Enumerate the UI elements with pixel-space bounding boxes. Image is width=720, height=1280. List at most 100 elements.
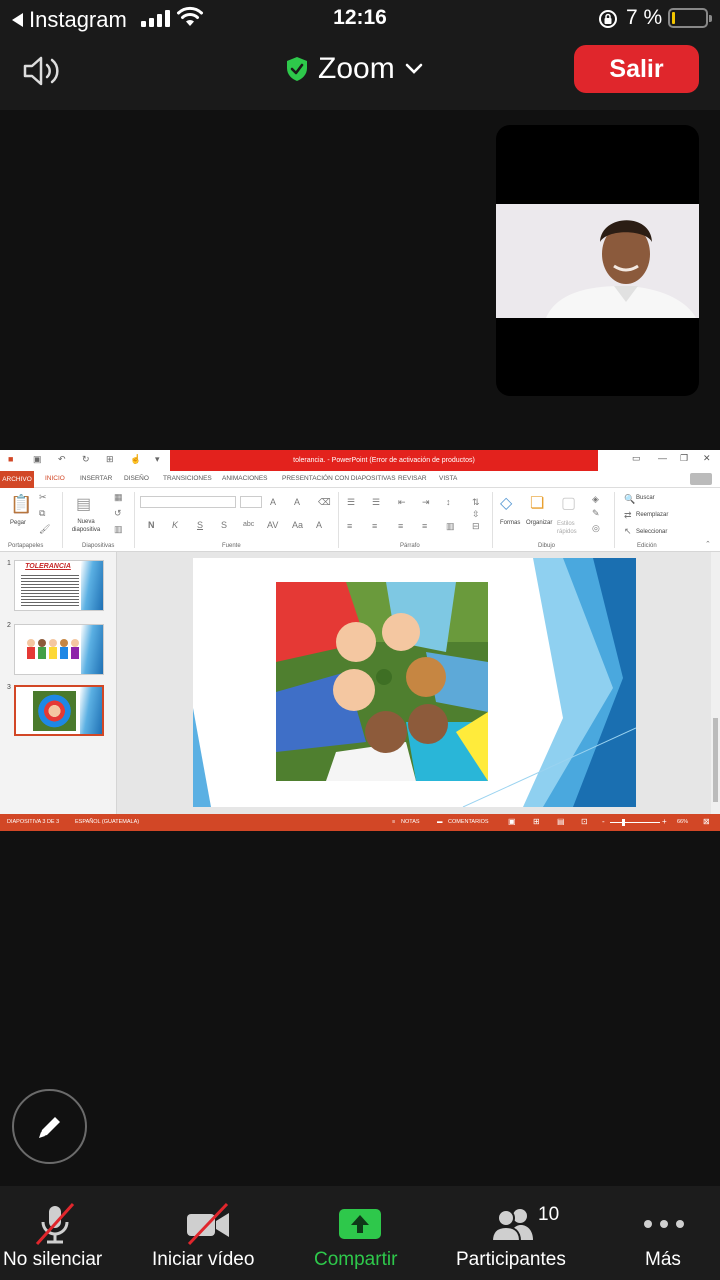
numbering-icon[interactable]: ☰ [372, 497, 380, 508]
shrink-font-icon[interactable]: A [294, 497, 300, 507]
find-icon[interactable]: 🔍 [624, 494, 635, 505]
tab-presentacion[interactable]: PRESENTACIÓN CON DIAPOSITIVAS [282, 475, 396, 482]
format-painter-icon[interactable]: 🖌 [39, 524, 50, 535]
fit-slide-icon[interactable]: ⊠ [703, 817, 710, 826]
language-indicator[interactable]: ESPAÑOL (GUATEMALA) [75, 819, 139, 825]
cut-icon[interactable]: ✂ [39, 492, 47, 503]
slide-thumb-2[interactable] [14, 624, 104, 675]
self-video-tile[interactable] [496, 125, 699, 396]
tab-archivo[interactable]: ARCHIVO [0, 471, 34, 488]
font-size-box[interactable] [240, 496, 262, 508]
zoom-in-icon[interactable]: + [662, 817, 667, 826]
section-icon[interactable]: ▥ [114, 524, 123, 535]
more-button[interactable]: Más [636, 1186, 692, 1280]
shadow-icon[interactable]: S [221, 520, 227, 530]
copy-icon[interactable]: ⧉ [39, 508, 45, 519]
shape-outline-icon[interactable]: ✎ [592, 508, 600, 519]
notes-icon[interactable]: ≡ [392, 819, 395, 825]
speaker-icon[interactable] [22, 54, 64, 88]
align-left-icon[interactable]: ≡ [347, 521, 352, 531]
zoom-slider-thumb[interactable] [622, 819, 625, 826]
slide-thumb-1[interactable]: TOLERANCIA [14, 560, 104, 611]
tab-revisar[interactable]: REVISAR [398, 475, 427, 482]
quick-styles-icon[interactable]: ▢ [561, 493, 576, 513]
new-slide-label[interactable]: Nueva diapositiva [68, 518, 104, 534]
normal-view-icon[interactable]: ▣ [508, 817, 516, 826]
strikethrough-icon[interactable]: abc [243, 521, 254, 528]
increase-indent-icon[interactable]: ⇥ [422, 497, 430, 508]
ribbon-options-icon[interactable]: ▭ [632, 453, 641, 464]
decrease-indent-icon[interactable]: ⇤ [398, 497, 406, 508]
find-label[interactable]: Buscar [636, 495, 655, 501]
columns-icon[interactable]: ▥ [446, 521, 455, 532]
vertical-scrollbar[interactable] [711, 552, 720, 814]
tab-vista[interactable]: VISTA [439, 475, 457, 482]
grow-font-icon[interactable]: A [270, 497, 276, 507]
shape-fill-icon[interactable]: ◈ [592, 494, 599, 505]
align-text-icon[interactable]: ⇳ [472, 509, 480, 520]
save-icon[interactable]: ▣ [33, 454, 42, 465]
font-name-box[interactable] [140, 496, 236, 508]
bullets-icon[interactable]: ☰ [347, 497, 355, 508]
smartart-icon[interactable]: ⊟ [472, 521, 480, 532]
paste-icon[interactable]: 📋 [10, 494, 32, 515]
slide-sorter-icon[interactable]: ⊞ [533, 817, 540, 826]
shape-effects-icon[interactable]: ◎ [592, 523, 600, 534]
zoom-level[interactable]: 66% [677, 819, 688, 825]
replace-label[interactable]: Reemplazar [636, 512, 668, 518]
tab-insertar[interactable]: INSERTAR [80, 475, 112, 482]
zoom-slider[interactable] [610, 822, 660, 823]
replace-icon[interactable]: ⇄ [624, 510, 632, 521]
align-center-icon[interactable]: ≡ [372, 521, 377, 531]
align-right-icon[interactable]: ≡ [398, 521, 403, 531]
start-video-button[interactable]: Iniciar vídeo [150, 1186, 266, 1280]
meeting-title[interactable]: Zoom [286, 52, 423, 86]
shared-screen[interactable]: ■ ▣ ↶ ↻ ⊞ ☝ ▾ tolerancia. - PowerPoint (… [0, 450, 720, 831]
comments-icon[interactable]: ▬ [437, 819, 443, 825]
arrange-icon[interactable]: ❏ [530, 493, 544, 513]
comments-button[interactable]: COMENTARIOS [448, 819, 489, 825]
tab-diseno[interactable]: DISEÑO [124, 475, 149, 482]
paste-label[interactable]: Pegar [10, 520, 26, 526]
tab-animaciones[interactable]: ANIMACIONES [222, 475, 268, 482]
tab-transiciones[interactable]: TRANSICIONES [163, 475, 212, 482]
customize-qa-icon[interactable]: ▾ [155, 454, 160, 465]
zoom-out-icon[interactable]: - [602, 817, 605, 826]
bold-icon[interactable]: N [148, 520, 155, 530]
participants-button[interactable]: 10 Participantes [454, 1186, 572, 1280]
notes-button[interactable]: NOTAS [401, 819, 420, 825]
text-direction-icon[interactable]: ⇅ [472, 497, 480, 508]
undo-icon[interactable]: ↶ [58, 454, 66, 465]
minimize-icon[interactable]: — [658, 453, 667, 463]
underline-icon[interactable]: S [197, 520, 203, 530]
shapes-label[interactable]: Formas [500, 520, 520, 526]
tab-inicio[interactable]: INICIO [45, 475, 65, 482]
new-slide-icon[interactable]: ▤ [76, 494, 91, 514]
share-button[interactable]: Compartir [312, 1186, 408, 1280]
close-icon[interactable]: ✕ [703, 453, 711, 464]
leave-button[interactable]: Salir [574, 45, 699, 93]
font-color-icon[interactable]: A [316, 520, 322, 530]
current-slide[interactable] [193, 558, 636, 807]
reset-icon[interactable]: ↺ [114, 508, 122, 519]
slide-thumb-3[interactable] [14, 685, 104, 736]
change-case-icon[interactable]: Aa [292, 520, 303, 530]
line-spacing-icon[interactable]: ↕ [446, 497, 451, 507]
touch-mode-icon[interactable]: ☝ [130, 454, 141, 465]
shapes-icon[interactable]: ◇ [500, 493, 512, 513]
italic-icon[interactable]: K [172, 520, 178, 530]
redo-icon[interactable]: ↻ [82, 454, 90, 465]
restore-icon[interactable]: ❐ [680, 453, 688, 464]
arrange-label[interactable]: Organizar [526, 520, 552, 526]
quick-styles-label[interactable]: Estilos rápidos [557, 520, 581, 536]
justify-icon[interactable]: ≡ [422, 521, 427, 531]
slideshow-icon[interactable]: ⊡ [581, 817, 588, 826]
reading-view-icon[interactable]: ▤ [557, 817, 565, 826]
select-icon[interactable]: ↖ [624, 526, 632, 537]
unmute-button[interactable]: No silenciar [0, 1186, 110, 1280]
layout-icon[interactable]: ▦ [114, 492, 123, 503]
select-label[interactable]: Seleccionar [636, 529, 667, 535]
present-icon[interactable]: ⊞ [106, 454, 114, 465]
spacing-icon[interactable]: AV [267, 520, 278, 530]
annotate-button[interactable] [12, 1089, 87, 1164]
